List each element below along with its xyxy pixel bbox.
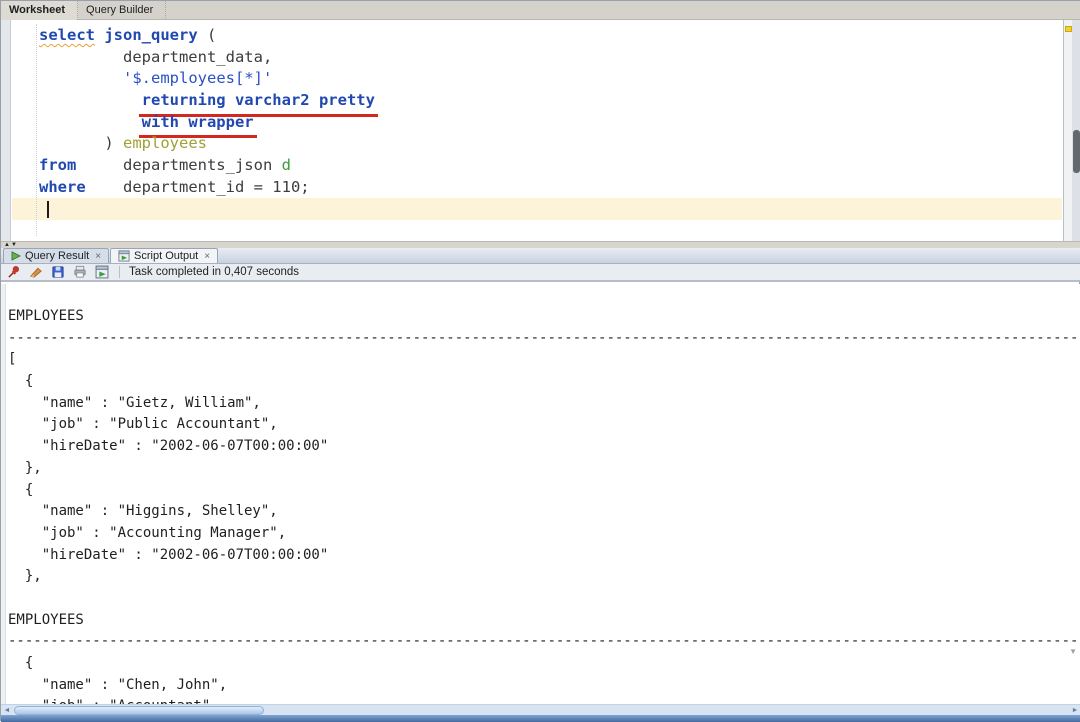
output-line: ----------------------------------------… (8, 631, 1080, 653)
sql-code[interactable]: select json_query ( department_data, '$.… (12, 25, 1062, 237)
output-line: "hireDate" : "2002-06-07T00:00:00" (8, 545, 1080, 567)
editor-vertical-scrollbar-thumb[interactable] (1073, 130, 1080, 173)
code-line: select json_query ( (12, 25, 1062, 47)
print-icon[interactable] (72, 265, 88, 280)
output-line: }, (8, 458, 1080, 480)
code-line: '$.employees[*]' (12, 68, 1062, 90)
panel-splitter[interactable]: ▲▼ (1, 241, 1080, 248)
output-line: ----------------------------------------… (8, 328, 1080, 350)
output-line: { (8, 653, 1080, 675)
eraser-icon[interactable] (28, 265, 44, 280)
save-icon[interactable] (50, 265, 66, 280)
toolbar-separator (119, 266, 120, 278)
tab-script-output[interactable]: Script Output × (110, 248, 218, 263)
output-line: "name" : "Higgins, Shelley", (8, 501, 1080, 523)
close-icon[interactable]: × (202, 251, 210, 262)
output-line: "job" : "Accountant" (8, 696, 1080, 704)
tab-query-result[interactable]: Query Result × (3, 248, 109, 263)
code-line: department_data, (12, 47, 1062, 69)
text-caret (47, 201, 49, 218)
task-status-text: Task completed in 0,407 seconds (129, 266, 299, 278)
output-line: EMPLOYEES (8, 306, 1080, 328)
code-line: ) employees (12, 133, 1062, 155)
output-text[interactable]: EMPLOYEES-------------------------------… (1, 284, 1080, 704)
script-output-pane[interactable]: EMPLOYEES-------------------------------… (1, 284, 1080, 704)
output-line: "name" : "Gietz, William", (8, 393, 1080, 415)
output-line: [ (8, 349, 1080, 371)
code-line (12, 199, 1062, 221)
output-line: { (8, 480, 1080, 502)
code-line: returning varchar2 pretty (12, 90, 1062, 112)
warning-marker[interactable] (1065, 26, 1072, 32)
run-arrow-icon (11, 251, 21, 261)
close-icon[interactable]: × (93, 251, 101, 262)
tab-label: Script Output (134, 250, 198, 262)
script-output-icon (118, 250, 130, 262)
sql-developer-window: Worksheet Query Builder select json_quer… (0, 0, 1080, 721)
output-line: EMPLOYEES (8, 610, 1080, 632)
scroll-down-icon[interactable]: ▼ (1069, 647, 1077, 656)
code-line: with wrapper (12, 112, 1062, 134)
sql-editor[interactable]: select json_query ( department_data, '$.… (1, 20, 1080, 241)
pushpin-icon[interactable] (6, 265, 22, 280)
output-line (8, 588, 1080, 610)
result-tabbar: Query Result × Script Output × (1, 248, 1080, 264)
output-line: }, (8, 566, 1080, 588)
output-line: "job" : "Accounting Manager", (8, 523, 1080, 545)
editor-vertical-scrollbar[interactable] (1072, 20, 1080, 241)
tab-query-builder[interactable]: Query Builder (78, 1, 166, 20)
output-line: { (8, 371, 1080, 393)
output-line: "job" : "Public Accountant", (8, 414, 1080, 436)
code-line: from departments_json d (12, 155, 1062, 177)
output-line: "name" : "Chen, John", (8, 675, 1080, 697)
result-toolbar: Task completed in 0,407 seconds (1, 264, 1080, 282)
tab-worksheet[interactable]: Worksheet (1, 1, 78, 20)
output-line: "hireDate" : "2002-06-07T00:00:00" (8, 436, 1080, 458)
horizontal-scrollbar[interactable]: ◄ ► (1, 704, 1080, 715)
code-line: where department_id = 110; (12, 177, 1062, 199)
horizontal-scrollbar-thumb[interactable] (14, 706, 264, 715)
editor-gutter (1, 20, 11, 241)
run-script-icon[interactable] (94, 265, 110, 280)
worksheet-tabbar: Worksheet Query Builder (1, 1, 1080, 20)
annotation-strip (1063, 20, 1072, 241)
tab-label: Query Result (25, 250, 89, 262)
